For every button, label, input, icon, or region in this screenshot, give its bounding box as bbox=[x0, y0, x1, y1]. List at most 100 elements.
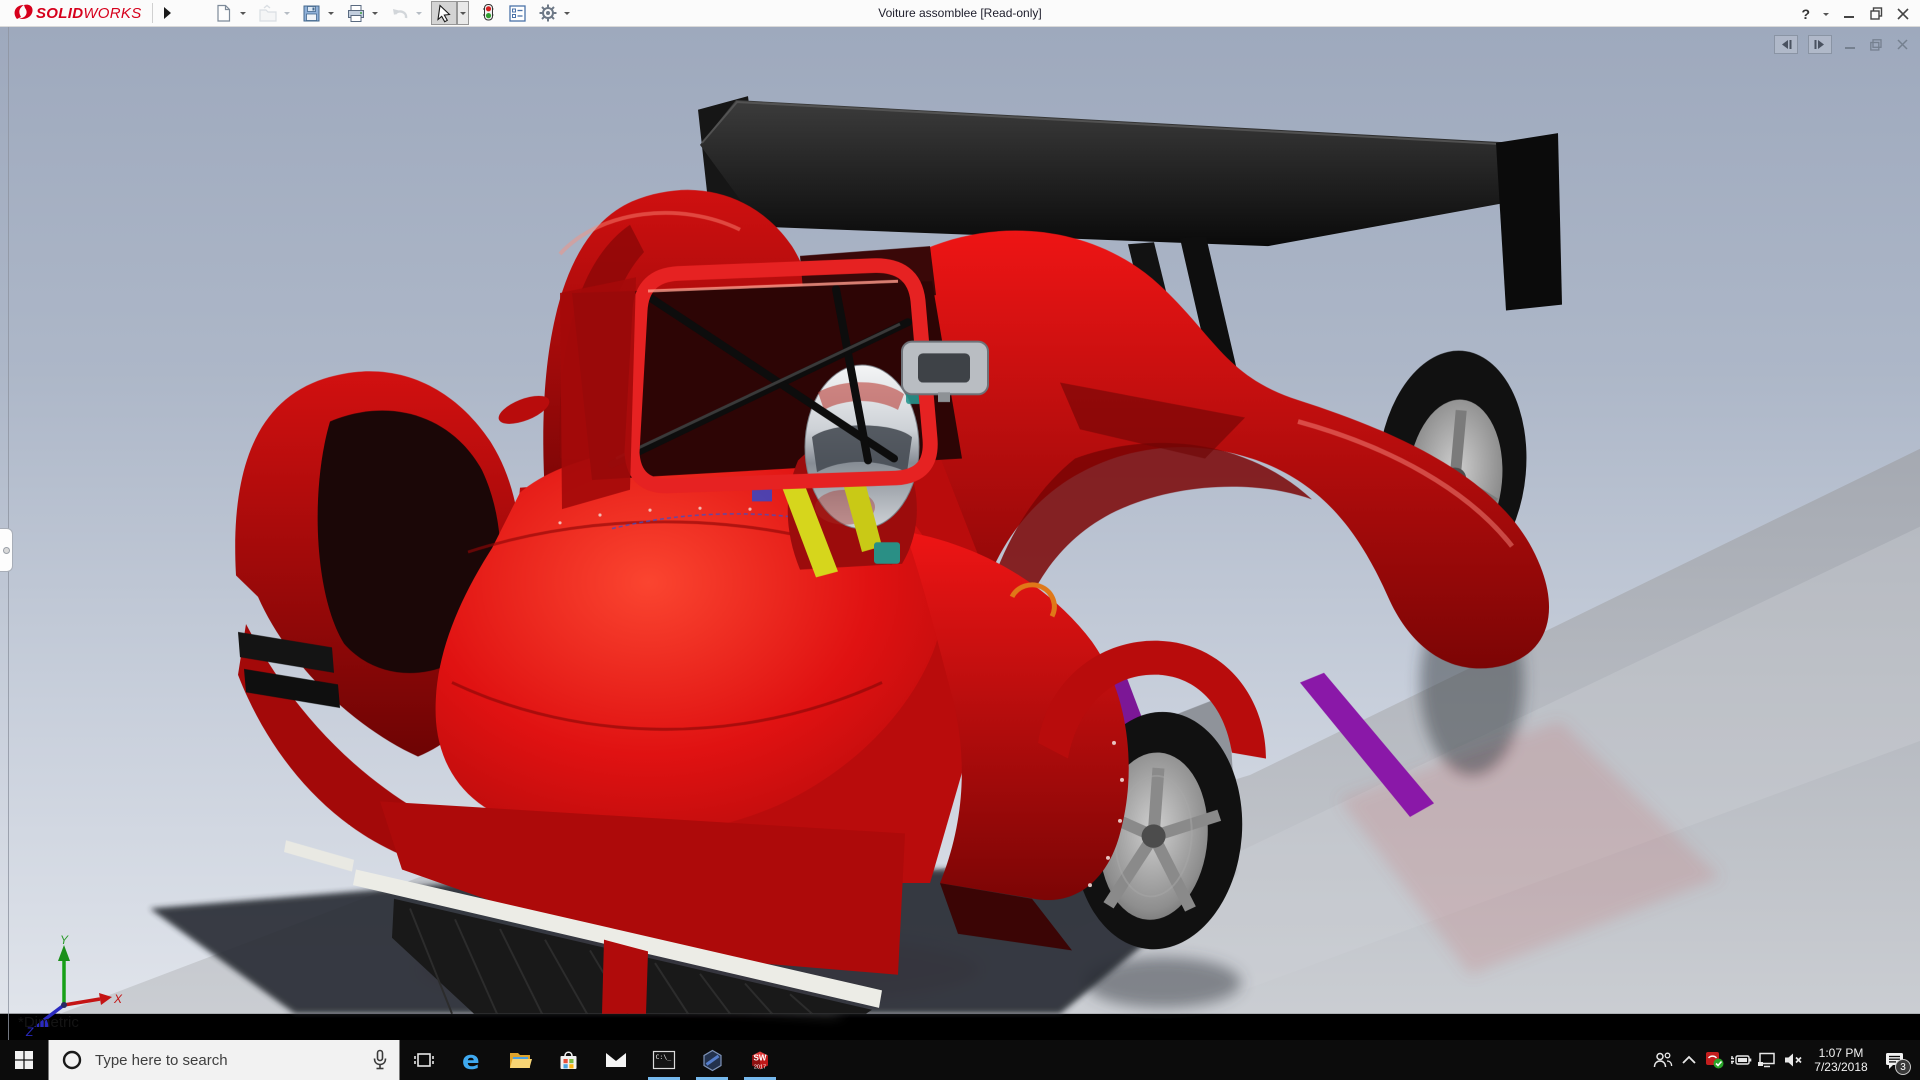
taskbar-store[interactable] bbox=[544, 1040, 592, 1080]
axis-y-label: Y bbox=[60, 935, 69, 947]
taskbar-file-explorer[interactable] bbox=[496, 1040, 544, 1080]
evaluate-button[interactable] bbox=[505, 1, 531, 25]
hexagon-app-icon bbox=[702, 1049, 722, 1071]
undo-button[interactable] bbox=[387, 1, 413, 25]
start-button[interactable] bbox=[0, 1040, 48, 1080]
main-toolbar bbox=[211, 1, 579, 25]
solidworks-resource-monitor[interactable] bbox=[1702, 1040, 1728, 1080]
save-dropdown[interactable] bbox=[325, 1, 337, 25]
view-orientation-label: *Dimetric bbox=[18, 1014, 79, 1031]
next-pane-button[interactable] bbox=[1808, 35, 1832, 54]
taskbar-search[interactable]: Type here to search bbox=[48, 1040, 400, 1080]
previous-pane-button[interactable] bbox=[1774, 35, 1798, 54]
network-button[interactable] bbox=[1754, 1040, 1780, 1080]
tray-overflow-button[interactable] bbox=[1676, 1040, 1702, 1080]
axis-x-label: X bbox=[113, 992, 123, 1006]
select-cursor-icon bbox=[436, 3, 451, 22]
svg-text:e: e bbox=[462, 1047, 480, 1073]
open-dropdown[interactable] bbox=[281, 1, 293, 25]
print-icon bbox=[347, 4, 364, 22]
taskbar-composer[interactable] bbox=[688, 1040, 736, 1080]
volume-muted-icon bbox=[1785, 1053, 1802, 1067]
system-tray: 1:07 PM 7/23/2018 3 bbox=[1650, 1040, 1920, 1080]
clock[interactable]: 1:07 PM 7/23/2018 bbox=[1810, 1046, 1872, 1074]
car-model-render[interactable] bbox=[0, 27, 1920, 1040]
file-explorer-icon bbox=[510, 1053, 532, 1068]
document-minimize-button[interactable] bbox=[1842, 38, 1858, 52]
chevron-up-icon bbox=[1682, 1055, 1696, 1064]
help-button[interactable]: ? bbox=[1801, 6, 1810, 22]
restore-icon bbox=[1870, 38, 1882, 51]
close-icon bbox=[1897, 7, 1909, 20]
document-window-controls bbox=[1774, 35, 1910, 54]
windows-logo-icon bbox=[15, 1051, 33, 1069]
tab-grip-icon bbox=[2, 546, 10, 554]
undo-icon bbox=[392, 8, 407, 18]
action-center-button[interactable]: 3 bbox=[1876, 1040, 1912, 1080]
solidworks-2017-icon: SW 2017 bbox=[752, 1051, 768, 1070]
new-document-button[interactable] bbox=[211, 1, 237, 25]
taskbar-edge[interactable]: e bbox=[448, 1040, 496, 1080]
select-tool-button[interactable] bbox=[430, 1, 457, 25]
document-restore-button[interactable] bbox=[1868, 38, 1884, 52]
open-button[interactable] bbox=[255, 1, 281, 25]
volume-button[interactable] bbox=[1780, 1040, 1806, 1080]
new-document-icon bbox=[217, 4, 231, 22]
people-button[interactable] bbox=[1650, 1040, 1676, 1080]
pane-left-icon bbox=[1782, 40, 1792, 49]
interference-check-button[interactable] bbox=[475, 1, 501, 25]
print-button[interactable] bbox=[343, 1, 369, 25]
task-view-button[interactable] bbox=[400, 1040, 448, 1080]
minimize-icon bbox=[1844, 15, 1854, 18]
people-icon bbox=[1653, 1052, 1673, 1068]
brand-solid-text: SOLID bbox=[36, 4, 84, 22]
help-dropdown[interactable] bbox=[1823, 12, 1829, 19]
store-icon bbox=[560, 1050, 576, 1069]
print-dropdown[interactable] bbox=[369, 1, 381, 25]
titlebar: SOLID WORKS Voiture assomblee [Read-only… bbox=[0, 0, 1920, 27]
clock-date: 7/23/2018 bbox=[1814, 1060, 1868, 1074]
restore-button[interactable] bbox=[1869, 7, 1883, 21]
dassault-logo-icon bbox=[14, 4, 33, 20]
command-prompt-icon: C:\_ bbox=[652, 1050, 676, 1070]
windows-taskbar: Type here to search e C:\_ SW 2017 1:07 … bbox=[0, 1040, 1920, 1080]
right-triangle-icon bbox=[164, 7, 172, 19]
clock-time: 1:07 PM bbox=[1818, 1046, 1864, 1060]
sw-year: 2017 bbox=[754, 1064, 766, 1070]
solidworks-logo: SOLID WORKS bbox=[0, 0, 150, 26]
graphics-area[interactable]: Y X Z *Dimetric bbox=[0, 27, 1920, 1040]
close-icon bbox=[1896, 39, 1908, 50]
options-dropdown[interactable] bbox=[561, 1, 573, 25]
document-title: Voiture assomblee [Read-only] bbox=[878, 6, 1042, 20]
save-icon bbox=[303, 5, 320, 21]
close-button[interactable] bbox=[1896, 7, 1910, 21]
traffic-light-icon bbox=[482, 4, 494, 21]
new-document-dropdown[interactable] bbox=[237, 1, 249, 25]
taskbar-solidworks[interactable]: SW 2017 bbox=[736, 1040, 784, 1080]
open-folder-icon bbox=[258, 4, 277, 22]
edge-icon: e bbox=[462, 1047, 480, 1073]
task-view-icon bbox=[414, 1053, 434, 1067]
document-close-button[interactable] bbox=[1894, 38, 1910, 52]
battery-plug-icon bbox=[1731, 1055, 1752, 1065]
gear-icon bbox=[539, 4, 557, 22]
sw-letters: SW bbox=[754, 1053, 767, 1062]
restore-icon bbox=[1869, 7, 1882, 20]
ethernet-icon bbox=[1758, 1052, 1775, 1068]
report-list-icon bbox=[509, 4, 526, 22]
mail-icon bbox=[606, 1053, 626, 1067]
taskbar-apps: e C:\_ SW 2017 bbox=[400, 1040, 784, 1080]
taskbar-command-prompt[interactable]: C:\_ bbox=[640, 1040, 688, 1080]
power-button[interactable] bbox=[1728, 1040, 1754, 1080]
cortana-icon bbox=[62, 1050, 82, 1070]
microphone-icon[interactable] bbox=[371, 1049, 389, 1071]
select-tool-dropdown[interactable] bbox=[456, 1, 469, 25]
solidworks-window: SOLID WORKS Voiture assomblee [Read-only… bbox=[0, 0, 1920, 1080]
minimize-button[interactable] bbox=[1842, 7, 1856, 21]
options-button[interactable] bbox=[535, 1, 561, 25]
feature-panel-collapse-tab[interactable] bbox=[0, 528, 13, 572]
toolbar-flyout-arrow[interactable] bbox=[159, 2, 177, 24]
undo-dropdown[interactable] bbox=[413, 1, 425, 25]
save-button[interactable] bbox=[299, 1, 325, 25]
taskbar-mail[interactable] bbox=[592, 1040, 640, 1080]
